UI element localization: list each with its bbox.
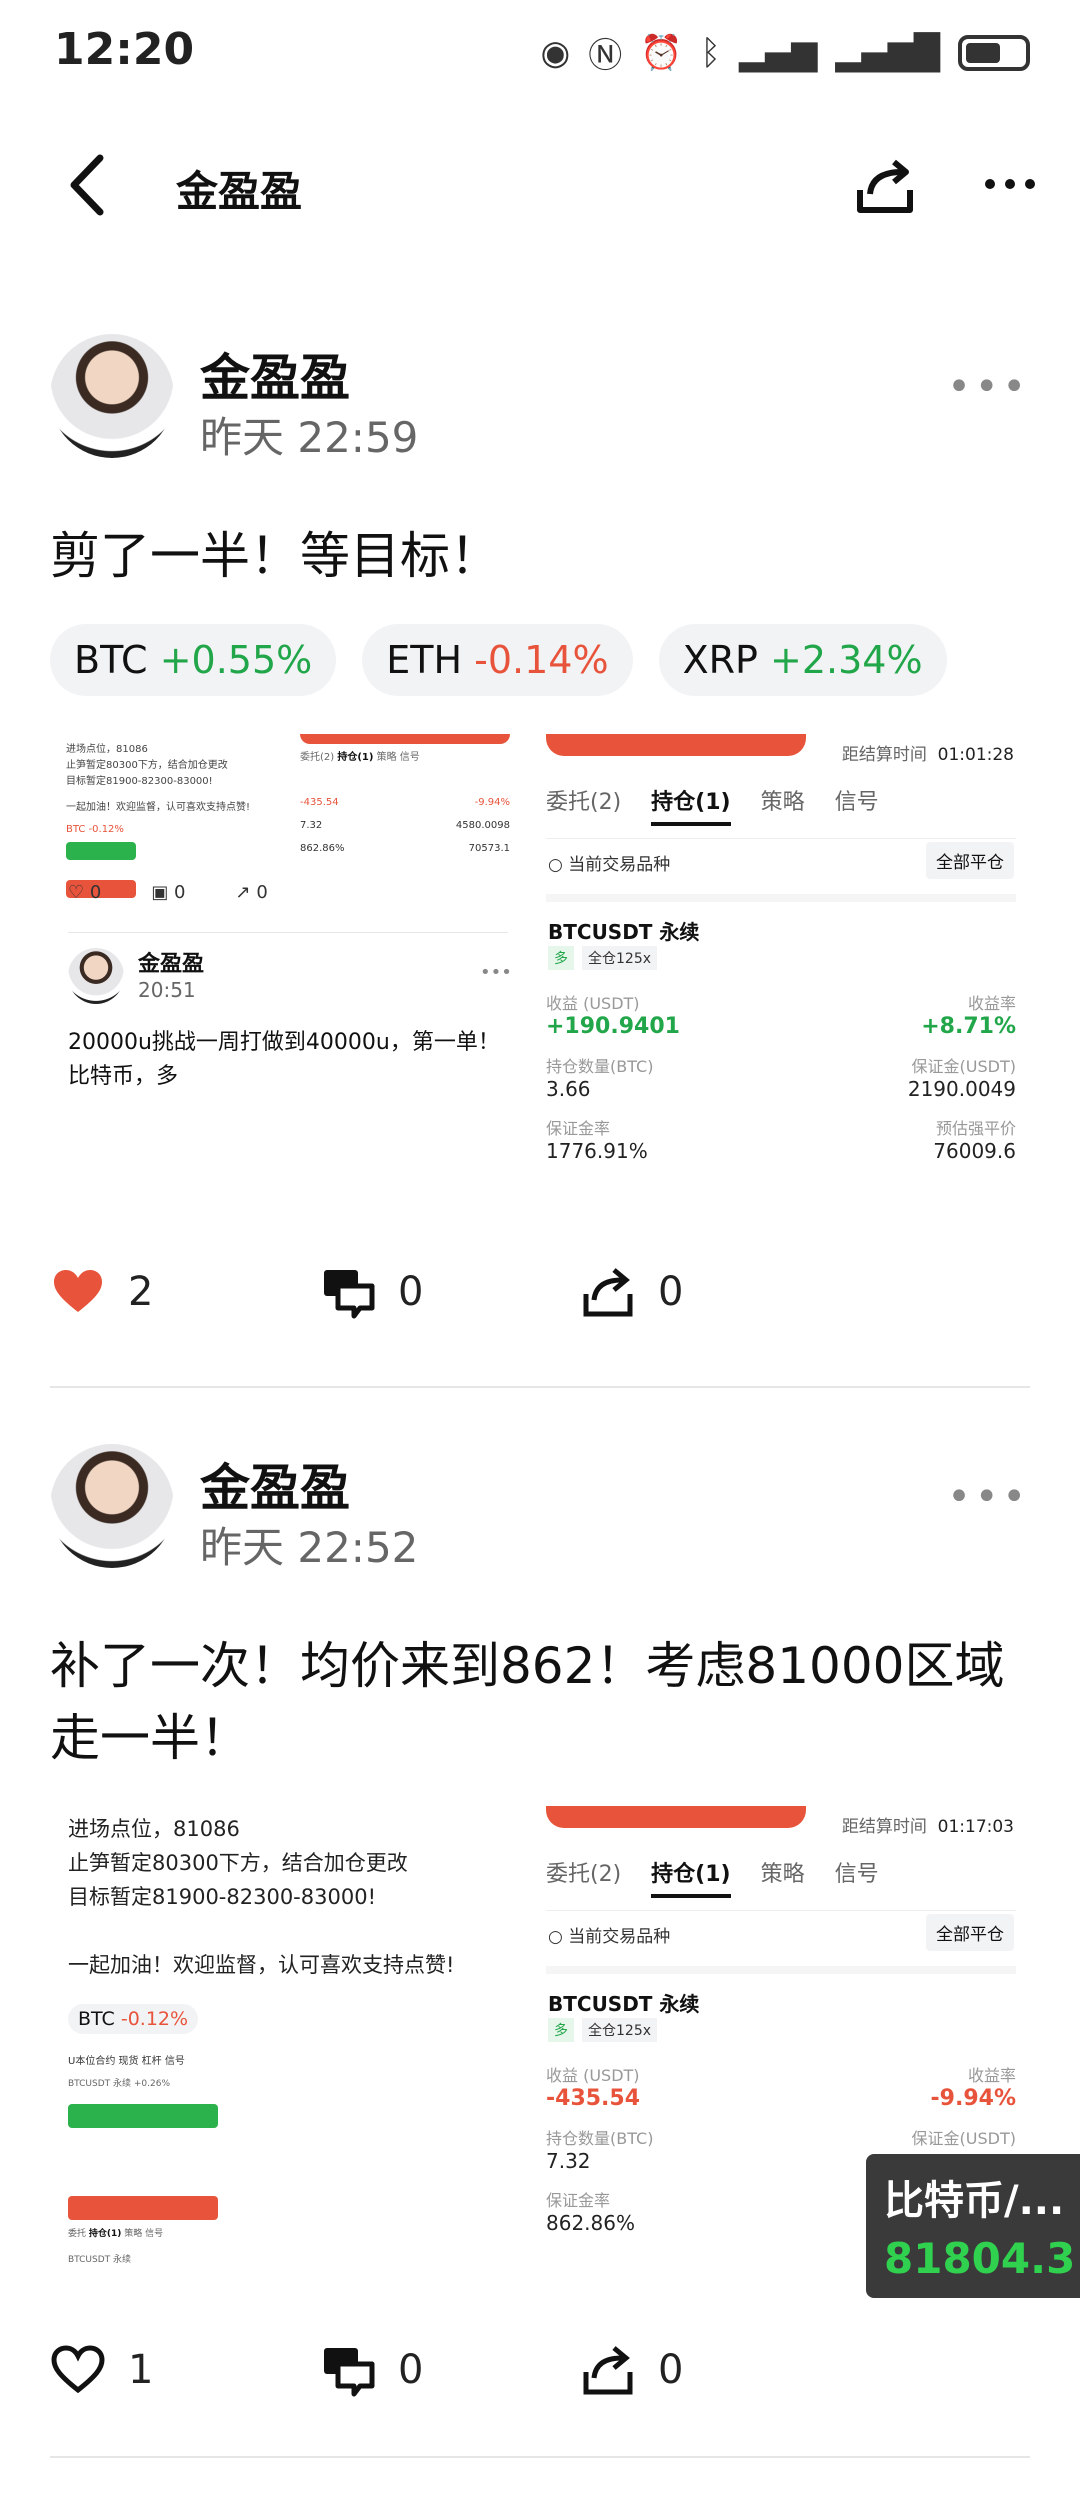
repost-icon xyxy=(583,1268,633,1317)
nfc-icon: Ⓝ xyxy=(588,36,623,76)
countdown-bar xyxy=(546,734,806,756)
quoted-text: 20000u挑战一周打做到40000u，第一单！ 比特币，多 进场点位，8108… xyxy=(68,1030,500,1089)
status-time: 12:20 xyxy=(54,24,195,75)
repost-count: 0 xyxy=(658,2347,684,2393)
comment-count: 0 xyxy=(398,2347,424,2393)
floating-price-widget[interactable]: 比特币/... 81804.3 xyxy=(866,2154,1080,2298)
avatar[interactable] xyxy=(50,334,174,458)
page-title: 金盈盈 xyxy=(176,167,303,216)
position-symbol: BTCUSDT 永续 xyxy=(548,920,700,944)
mini-trade-screenshot: U本位合约 现货 杠杆 信号 BTCUSDT 永续 +0.26% 委托 持仓(1… xyxy=(68,2054,268,2268)
post-actions: 1 0 0 xyxy=(50,2342,1030,2412)
post-text: 剪了一半！等目标！ xyxy=(50,527,500,585)
position-tabs: 委托(2) 持仓(1) 策略 信号 xyxy=(532,774,893,836)
eye-icon: ◉ xyxy=(540,32,571,73)
post-image-2[interactable]: 距结算时间 01:01:28 委托(2) 持仓(1) 策略 信号 ○ 当前交易品种 全… xyxy=(532,734,1030,1234)
quoted-more-icon: ••• xyxy=(480,962,512,983)
ticker-pill-btc[interactable]: BTC +0.55% xyxy=(50,624,337,696)
battery-icon xyxy=(958,34,1030,71)
floating-ticker-price: 81804.3 xyxy=(884,2234,1076,2283)
post-divider xyxy=(50,2456,1030,2458)
repost-button[interactable]: 0 xyxy=(580,1264,683,1320)
quoted-comment[interactable]: ▣ 0 xyxy=(151,882,185,903)
ticker-pills: BTC +0.55% ETH -0.14% XRP +2.34% xyxy=(50,624,947,696)
post-images: 进场点位，81086 止笋暂定80300下方，结合加仓更改 目标暂定81900-… xyxy=(50,734,1030,1234)
quoted-actions: ♡ 0 ▣ 0 ↗ 0 xyxy=(68,882,268,903)
position-fields: 收益 (USDT) 收益率 +190.9401 +8.71% 持仓数量(BTC) 保证… xyxy=(546,994,1016,1163)
current-only: ○ 当前交易品种 xyxy=(548,855,671,875)
comment-icon xyxy=(324,1270,375,1319)
post-1: 金盈盈 昨天 22:59 ••• 剪了一半！等目标！ BTC +0.55% ET… xyxy=(50,334,1030,1394)
post-more-icon[interactable]: ••• xyxy=(947,1474,1030,1520)
top-nav: 金盈盈 xyxy=(0,120,1080,250)
post-author[interactable]: 金盈盈 xyxy=(200,1448,350,1520)
heart-outline-icon xyxy=(51,2345,105,2394)
post-image-1[interactable]: 进场点位，81086 止笋暂定80300下方，结合加仓更改 目标暂定81900-… xyxy=(50,1806,518,2306)
like-button[interactable]: 1 xyxy=(50,2342,153,2398)
countdown-bar xyxy=(546,1806,806,1828)
floating-ticker-name: 比特币/... xyxy=(884,2178,1062,2224)
bluetooth-icon: ᛒ xyxy=(700,32,721,73)
post-image-1[interactable]: 进场点位，81086 止笋暂定80300下方，结合加仓更改 目标暂定81900-… xyxy=(50,734,518,1234)
more-icon[interactable] xyxy=(980,154,1040,214)
signal-2-icon: ▂▄▆█ xyxy=(835,32,940,73)
repost-icon xyxy=(583,2346,633,2395)
close-all-chip: 全部平仓 xyxy=(926,1914,1014,1951)
quoted-avatar xyxy=(68,948,124,1004)
ticker-pill-xrp[interactable]: XRP +2.34% xyxy=(658,624,947,696)
current-only: ○ 当前交易品种 xyxy=(548,1927,671,1947)
alarm-icon: ⏰ xyxy=(640,32,683,73)
comment-button[interactable]: 0 xyxy=(320,2342,423,2398)
comment-count: 0 xyxy=(398,1269,424,1315)
share-icon[interactable] xyxy=(850,150,920,220)
ticker-pill-eth[interactable]: ETH -0.14% xyxy=(362,624,633,696)
close-all-chip: 全部平仓 xyxy=(926,842,1014,879)
like-button[interactable]: 2 xyxy=(50,1264,153,1320)
position-symbol: BTCUSDT 永续 xyxy=(548,1992,700,2016)
like-count: 2 xyxy=(128,1269,154,1315)
position-tabs: 委托(2) 持仓(1) 策略 信号 xyxy=(532,1846,893,1908)
quoted-share[interactable]: ↗ 0 xyxy=(236,882,268,903)
quoted-author: 金盈盈 xyxy=(138,952,205,977)
post-time: 昨天 22:59 xyxy=(200,413,419,462)
mini-screenshot-2: 委托(2) 持仓(1) 策略 信号 -435.54 -9.94% 7.32 45… xyxy=(300,734,510,854)
post-time: 昨天 22:52 xyxy=(200,1523,419,1572)
quoted-lines: 进场点位，81086 止笋暂定80300下方，结合加仓更改 目标暂定81900-… xyxy=(68,1817,455,1977)
status-icons: ◉ Ⓝ ⏰ ᛒ ▂▄▆ ▂▄▆█ xyxy=(541,28,1030,77)
post-text: 补了一次！均价来到862！考虑81000区域走一半！ xyxy=(50,1637,1005,1767)
comment-icon xyxy=(324,2348,375,2397)
quoted-ticker-tag: BTC -0.12% xyxy=(68,2004,199,2034)
countdown: 距结算时间 01:01:28 xyxy=(841,745,1014,765)
position-tags: 多 全仓125x xyxy=(548,946,658,970)
repost-count: 0 xyxy=(658,1269,684,1315)
status-bar: 12:20 ◉ Ⓝ ⏰ ᛒ ▂▄▆ ▂▄▆█ xyxy=(0,0,1080,100)
back-icon[interactable] xyxy=(60,150,120,220)
heart-filled-icon xyxy=(54,1270,102,1312)
quoted-time: 20:51 xyxy=(138,978,196,1002)
position-tags: 多 全仓125x xyxy=(548,2018,658,2042)
post-author[interactable]: 金盈盈 xyxy=(200,338,350,410)
avatar[interactable] xyxy=(50,1444,174,1568)
signal-icon: ▂▄▆ xyxy=(738,32,818,73)
mini-screenshot: 进场点位，81086 止笋暂定80300下方，结合加仓更改 目标暂定81900-… xyxy=(66,742,316,902)
like-count: 1 xyxy=(128,2347,154,2393)
post-actions: 2 0 0 xyxy=(50,1264,1030,1334)
comment-button[interactable]: 0 xyxy=(320,1264,423,1320)
countdown: 距结算时间 01:17:03 xyxy=(841,1817,1014,1837)
post-divider xyxy=(50,1386,1030,1388)
repost-button[interactable]: 0 xyxy=(580,2342,683,2398)
quoted-like[interactable]: ♡ 0 xyxy=(68,882,101,903)
post-more-icon[interactable]: ••• xyxy=(947,364,1030,410)
